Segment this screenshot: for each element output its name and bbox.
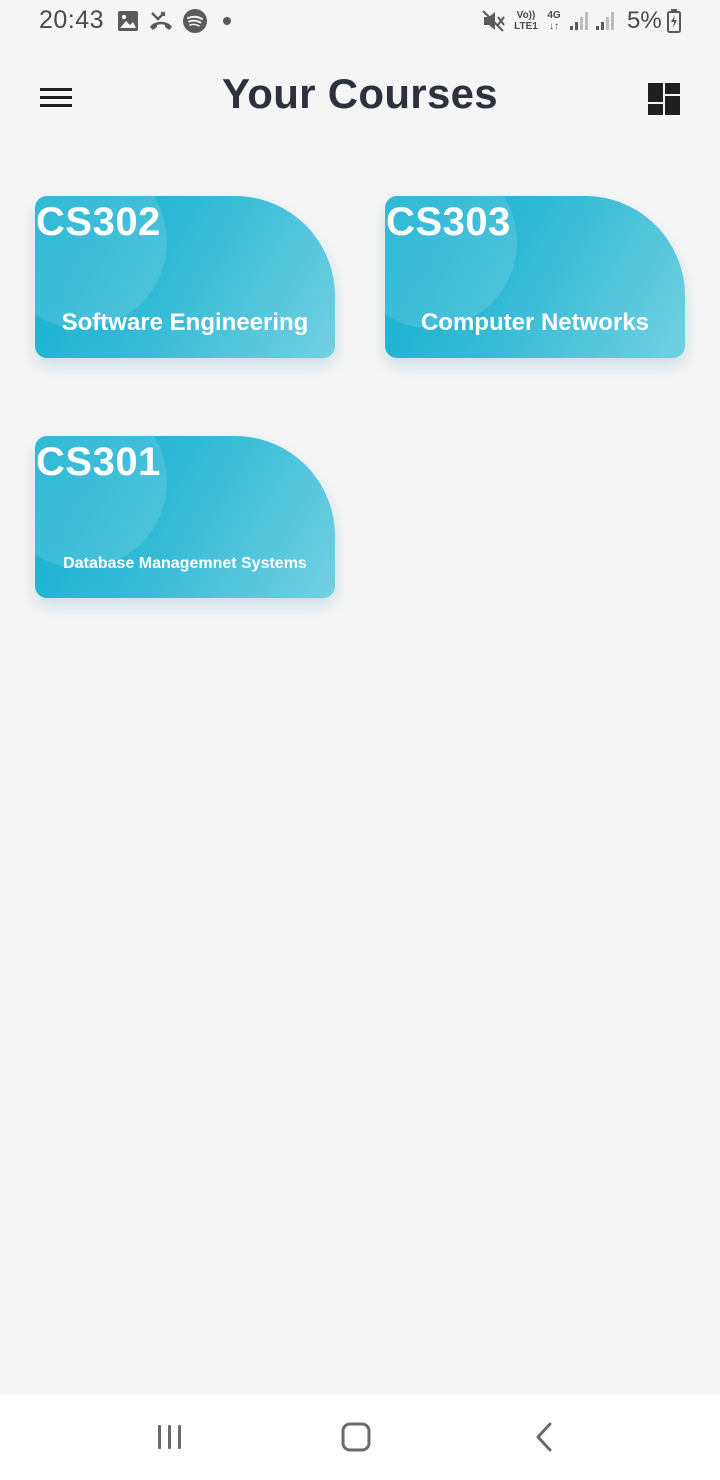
recent-apps-icon[interactable] <box>154 1419 186 1455</box>
mute-icon <box>482 10 505 32</box>
course-name: Software Engineering <box>61 309 309 336</box>
gallery-icon <box>118 11 138 31</box>
notification-dot-icon <box>223 17 231 25</box>
course-code: CS303 <box>386 200 511 244</box>
page-title: Your Courses <box>222 70 498 117</box>
course-name: Database Managemnet Systems <box>63 555 307 572</box>
spotify-icon <box>183 9 207 33</box>
battery-charging-icon <box>667 9 681 33</box>
system-nav-bar <box>0 1395 720 1480</box>
dashboard-icon[interactable] <box>644 80 684 118</box>
course-card-cs303[interactable]: CS303 Computer Networks <box>385 196 685 358</box>
back-icon[interactable] <box>530 1419 562 1455</box>
signal-icon <box>570 12 588 30</box>
app-bar: Your Courses <box>0 60 720 132</box>
home-icon[interactable] <box>340 1419 372 1455</box>
status-bar: 20:43 Vo)) LTE1 4G ↓↑ 5% <box>0 0 720 44</box>
volte-label: Vo)) LTE1 <box>514 10 538 32</box>
course-code: CS302 <box>36 200 161 244</box>
status-time: 20:43 <box>39 6 105 34</box>
course-name: Computer Networks <box>420 309 650 336</box>
course-card-cs301[interactable]: CS301 Database Managemnet Systems <box>35 436 335 598</box>
course-code: CS301 <box>36 440 161 484</box>
battery-percent: 5% <box>627 7 662 34</box>
missed-call-icon <box>150 11 172 30</box>
course-card-cs302[interactable]: CS302 Software Engineering <box>35 196 335 358</box>
signal-icon <box>596 12 614 30</box>
network-4g-label: 4G ↓↑ <box>547 10 561 32</box>
